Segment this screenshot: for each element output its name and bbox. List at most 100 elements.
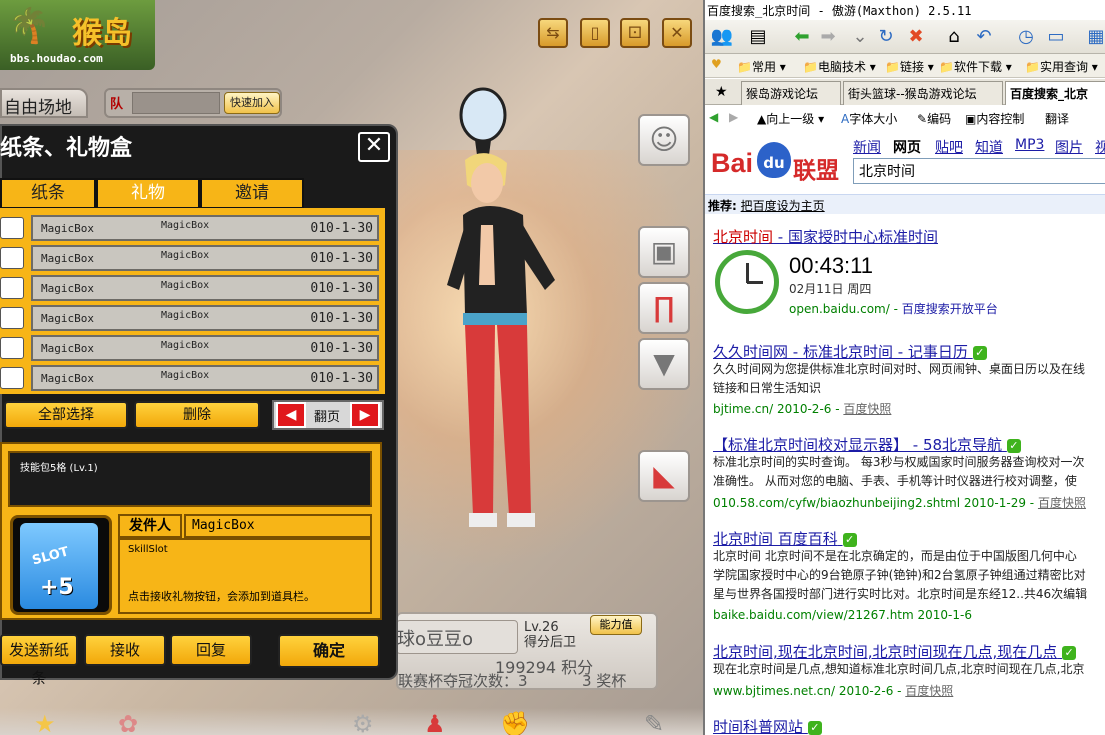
home-icon[interactable]: ⌂ — [941, 24, 967, 50]
fav-item[interactable]: 📁实用查询 ▾ — [1025, 58, 1098, 75]
encoding-link[interactable]: ✎编码 — [917, 110, 951, 127]
screen-icon[interactable]: ▭ — [1043, 24, 1069, 50]
table-row[interactable]: MagicBox MagicBox 010-1-30 — [31, 275, 379, 301]
row-item: MagicBox — [161, 220, 210, 231]
result-snippet: 标准北京时间的实时查询。 每3秒与权威国家时间服务器查询校对一次 准确性。 从而… — [713, 455, 1085, 488]
hanger-icon[interactable]: ♟ — [424, 710, 446, 735]
jacket-slot-icon[interactable]: ▣ — [638, 226, 690, 278]
nav-forward-icon[interactable]: ▶ — [729, 110, 738, 124]
new-page-icon[interactable]: ▤ — [745, 24, 771, 50]
power-button[interactable]: 能力值 — [590, 615, 642, 635]
confirm-button[interactable]: 确定 — [278, 634, 380, 668]
table-row[interactable]: MagicBox MagicBox 010-1-30 — [31, 305, 379, 331]
fav-item[interactable]: 📁电脑技术 ▾ — [803, 58, 876, 75]
users-icon[interactable]: 👥 — [709, 24, 735, 50]
nav-images[interactable]: 图片 — [1055, 137, 1083, 157]
exit-icon[interactable]: ✕ — [662, 18, 692, 48]
refresh-icon[interactable]: ↻ — [873, 24, 899, 50]
swap-icon[interactable]: ⇆ — [538, 18, 568, 48]
row-checkbox[interactable] — [0, 277, 24, 299]
nav-back-icon[interactable]: ◀ — [709, 110, 718, 124]
star-icon[interactable]: ★ — [34, 710, 56, 735]
result-title[interactable]: 北京时间 百度百科 ✓ — [713, 528, 857, 549]
baidu-logo[interactable]: Bai — [711, 148, 753, 179]
search-input[interactable] — [853, 158, 1105, 184]
tool-icon[interactable]: ✎ — [644, 710, 664, 735]
arm-icon[interactable]: ✊ — [500, 710, 530, 735]
nav-web[interactable]: 网页 — [893, 137, 921, 157]
dropdown-icon[interactable]: ⌄ — [847, 24, 873, 50]
gear-icon[interactable]: ⚙ — [352, 710, 374, 735]
baidu-paw-icon[interactable]: du — [757, 142, 791, 178]
row-checkbox[interactable] — [0, 307, 24, 329]
browser-tab-active[interactable]: 百度搜索_北京 — [1005, 81, 1105, 105]
content-control-link[interactable]: ▣内容控制 — [965, 110, 1024, 127]
reply-button[interactable]: 回复 — [170, 634, 252, 666]
browser-tab[interactable]: 猴岛游戏论坛 — [741, 81, 841, 105]
cache-link[interactable]: 百度快照 — [905, 684, 953, 698]
nav-zhidao[interactable]: 知道 — [975, 137, 1003, 157]
result-title[interactable]: 【标准北京时间校对显示器】 - 58北京导航 ✓ — [713, 434, 1021, 455]
table-row[interactable]: MagicBox MagicBox 010-1-30 — [31, 215, 379, 241]
translate-link[interactable]: 翻译 — [1045, 110, 1069, 127]
cache-link[interactable]: 百度快照 — [1038, 496, 1086, 510]
nav-news[interactable]: 新闻 — [853, 137, 881, 157]
table-row[interactable]: MagicBox MagicBox 010-1-30 — [31, 245, 379, 271]
gift-icon[interactable]: ✿ — [118, 710, 138, 735]
up-level-link[interactable]: ▲向上一级 ▾ — [757, 110, 824, 127]
dice-icon[interactable]: ⚀ — [620, 18, 650, 48]
star-icon[interactable]: ★ — [715, 84, 728, 100]
result-url: baike.baidu.com/view/21267.htm 2010-1-6 — [713, 608, 972, 622]
quick-join-button[interactable]: 快速加入 — [224, 92, 280, 114]
browser-tab[interactable]: 街头篮球--猴岛游戏论坛 — [843, 81, 1003, 105]
logo-url: bbs.houdao.com — [10, 52, 103, 65]
tab-invites[interactable]: 邀请 — [200, 178, 304, 209]
delete-button[interactable]: 删除 — [134, 401, 260, 429]
cache-link[interactable]: 百度快照 — [843, 402, 891, 416]
row-checkbox[interactable] — [0, 337, 24, 359]
table-row[interactable]: MagicBox MagicBox 010-1-30 — [31, 365, 379, 391]
open-platform-link[interactable]: 百度搜索开放平台 — [902, 302, 998, 316]
row-checkbox[interactable] — [0, 367, 24, 389]
nav-tieba[interactable]: 贴吧 — [935, 137, 963, 157]
result-title[interactable]: 北京时间,现在北京时间,北京时间现在几点,现在几点 ✓ — [713, 641, 1077, 662]
calendar-icon[interactable]: ▦ — [1083, 24, 1105, 50]
pants-slot-icon[interactable]: ∏ — [638, 282, 690, 334]
row-sender: MagicBox — [41, 252, 94, 265]
gift-message: SkillSlot 点击接收礼物按钮，会添加到道具栏。 — [118, 538, 372, 614]
row-checkbox[interactable] — [0, 247, 24, 269]
table-row[interactable]: MagicBox MagicBox 010-1-30 — [31, 335, 379, 361]
stop-icon[interactable]: ✖ — [903, 24, 929, 50]
next-page-icon[interactable]: ▶ — [350, 402, 380, 428]
back-icon[interactable]: ⬅ — [789, 24, 815, 50]
shirt-slot-icon[interactable]: ▼ — [638, 338, 690, 390]
close-icon[interactable]: ✕ — [358, 132, 390, 162]
result-title[interactable]: 时间科普网站 ✓ — [713, 716, 822, 735]
tab-notes[interactable]: 纸条 — [0, 178, 96, 209]
slot-item-icon: SLOT +5 — [20, 523, 98, 609]
set-homepage-link[interactable]: 把百度设为主页 — [741, 199, 825, 213]
select-all-button[interactable]: 全部选择 — [4, 401, 128, 429]
row-checkbox[interactable] — [0, 217, 24, 239]
send-note-button[interactable]: 发送新纸条 — [0, 634, 78, 687]
undo-icon[interactable]: ↶ — [971, 24, 997, 50]
door-icon[interactable]: ▯ — [580, 18, 610, 48]
fav-item[interactable]: 📁常用 ▾ — [737, 58, 786, 75]
result-title[interactable]: 久久时间网 - 标准北京时间 - 记事日历 ✓ — [713, 341, 987, 362]
nav-mp3[interactable]: MP3 — [1015, 137, 1044, 153]
cup-row: 联赛杯夺冠次数：3 3 奖杯 — [398, 670, 658, 691]
fav-item[interactable]: 📁软件下载 ▾ — [939, 58, 1012, 75]
shoes-slot-icon[interactable]: ◣ — [638, 450, 690, 502]
row-date: 010-1-30 — [310, 221, 373, 236]
hair-slot-icon[interactable]: ☺ — [638, 114, 690, 166]
result-title[interactable]: 北京时间 - 国家授时中心标准时间 — [713, 226, 938, 247]
prev-page-icon[interactable]: ◀ — [276, 402, 306, 428]
favorites-heart-icon[interactable]: ♥ — [711, 57, 722, 71]
receive-button[interactable]: 接收 — [84, 634, 166, 666]
tab-gifts[interactable]: 礼物 — [96, 178, 200, 209]
fav-item[interactable]: 📁链接 ▾ — [885, 58, 934, 75]
history-icon[interactable]: ◷ — [1013, 24, 1039, 50]
nav-video[interactable]: 视 — [1095, 137, 1105, 157]
forward-icon[interactable]: ➡ — [815, 24, 841, 50]
font-size-link[interactable]: A字体大小 — [841, 110, 897, 127]
